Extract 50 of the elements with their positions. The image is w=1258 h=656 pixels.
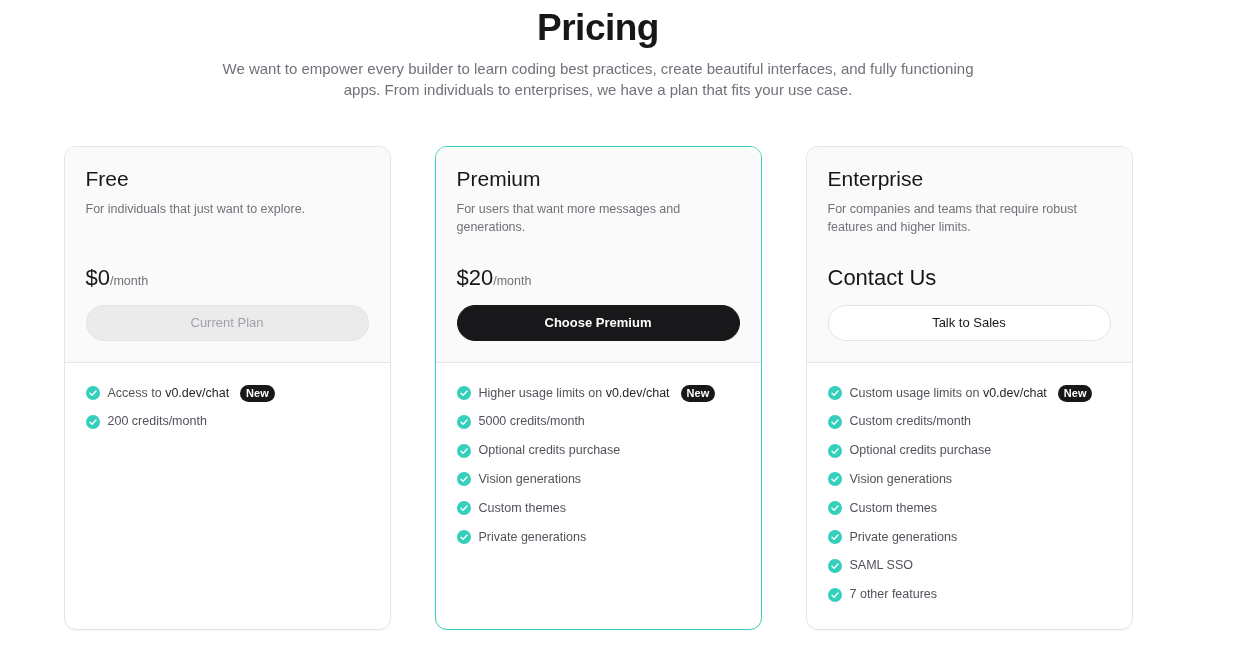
page-title: Pricing — [537, 6, 659, 50]
feature-text: SAML SSO — [849, 557, 913, 575]
feature-text: 5000 credits/month — [478, 413, 585, 431]
check-circle-icon — [85, 386, 100, 400]
check-circle-icon — [456, 414, 471, 429]
new-badge: New — [1057, 384, 1093, 402]
check-circle-icon — [456, 386, 471, 400]
plan-description: For individuals that just want to explore. — [85, 201, 307, 218]
feature-text: 200 credits/month — [107, 413, 207, 431]
check-circle-icon — [827, 414, 842, 429]
feature-text: Higher usage limits on v0.dev/chat — [478, 384, 670, 402]
check-circle-icon — [456, 530, 471, 544]
check-circle-icon — [827, 501, 842, 516]
feature-text: 7 other features — [849, 586, 938, 604]
plan-price: $20 — [456, 264, 494, 292]
check-circle-icon — [827, 530, 842, 544]
feature-text: Vision generations — [849, 471, 953, 488]
feature-text: Private generations — [478, 528, 587, 546]
plan-name: Enterprise — [827, 166, 925, 192]
price-period: /month — [110, 274, 149, 290]
feature-text: Private generations — [849, 528, 958, 546]
plan-name: Free — [85, 166, 130, 192]
plan-price: Contact Us — [827, 264, 937, 292]
feature-text: Custom credits/month — [849, 413, 972, 431]
feature-text: Custom themes — [849, 499, 938, 517]
feature-text: Access to v0.dev/chat — [107, 384, 230, 402]
feature-text: Custom themes — [478, 499, 567, 517]
feature-text: Optional credits purchase — [849, 442, 992, 460]
page-subtitle: We want to empower every builder to learn coding best practices, create beautiful interfaces, and fully functioning apps. From individuals to enterprises, we have a plan that fits your use case. — [221, 59, 975, 100]
plan-description: For users that want more messages and generations. — [456, 201, 682, 236]
check-circle-icon — [827, 386, 842, 400]
check-circle-icon — [85, 414, 100, 429]
feature-text: Optional credits purchase — [478, 442, 621, 460]
check-circle-icon — [827, 587, 842, 602]
new-badge: New — [240, 384, 275, 402]
plan-button[interactable]: Talk to Sales — [827, 305, 1111, 341]
check-circle-icon — [456, 501, 471, 516]
feature-text: Custom usage limits on v0.dev/chat — [849, 384, 1047, 402]
check-circle-icon — [827, 472, 842, 487]
plan-button[interactable]: Choose Premium — [456, 305, 740, 341]
plan-description: For companies and teams that require robust features and higher limits. — [827, 201, 1078, 236]
plan-name: Premium — [456, 166, 542, 192]
new-badge: New — [680, 384, 716, 402]
check-circle-icon — [827, 443, 842, 458]
check-circle-icon — [456, 443, 471, 458]
feature-text: Vision generations — [478, 471, 582, 488]
plan-price: $0 — [85, 264, 110, 292]
check-circle-icon — [827, 558, 842, 573]
check-circle-icon — [456, 472, 471, 487]
price-period: /month — [493, 274, 532, 290]
